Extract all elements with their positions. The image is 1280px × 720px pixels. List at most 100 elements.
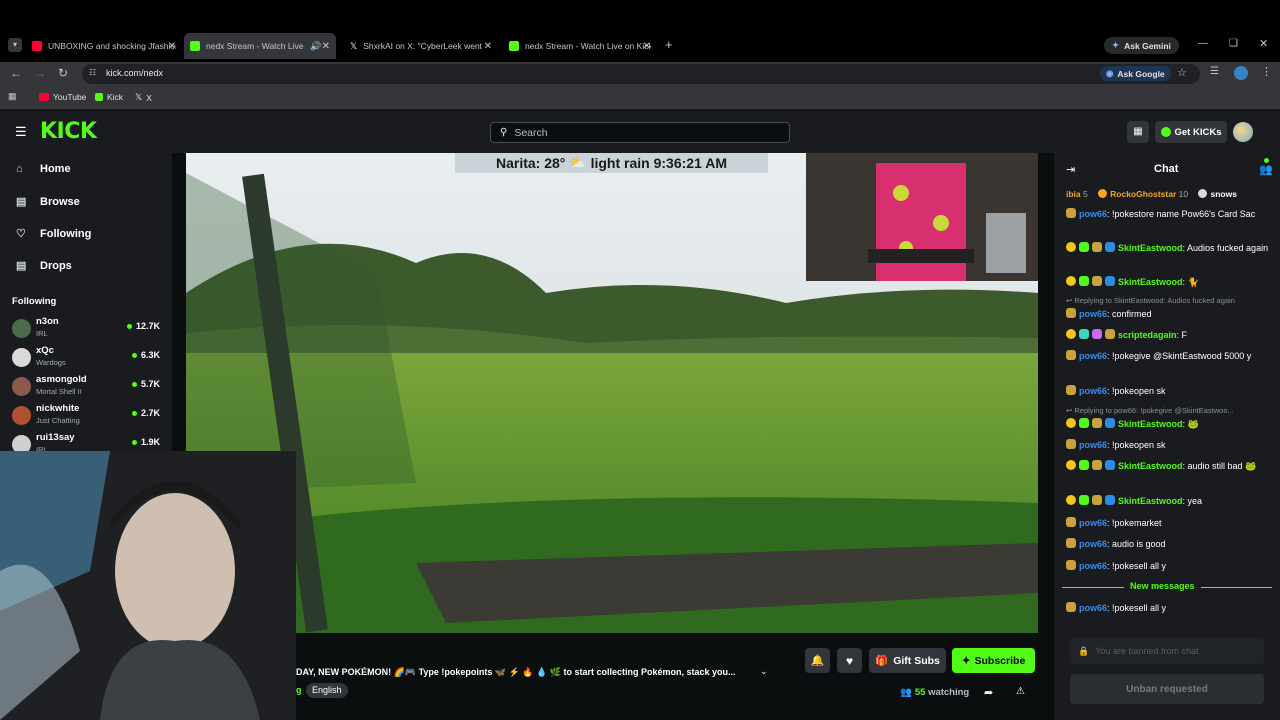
- bookmark-kick[interactable]: Kick: [95, 92, 123, 102]
- url-field[interactable]: ☷ kick.com/nedx ◉ Ask Google ☆: [82, 64, 1200, 84]
- close-window-button[interactable]: ✕: [1259, 37, 1268, 50]
- chat-message[interactable]: SkintEastwood: 🐈: [1066, 275, 1271, 289]
- browser-tab-active[interactable]: nedx Stream - Watch Live on Kick 🔊 ✕: [184, 33, 336, 59]
- verified-badge-icon: [1105, 460, 1115, 470]
- close-tab-icon[interactable]: ✕: [484, 41, 492, 52]
- search-icon: ⚲: [500, 127, 508, 138]
- audio-icon[interactable]: 🔊: [310, 41, 321, 52]
- followed-channel[interactable]: n3on IRL 12.7K: [12, 316, 162, 344]
- chat-input[interactable]: 🔒 You are banned from chat: [1070, 638, 1264, 664]
- sub-badge-icon: [1066, 602, 1076, 612]
- live-dot-icon: [131, 382, 137, 388]
- sub-badge-icon: [1066, 350, 1076, 360]
- expand-title-icon[interactable]: ⌄: [760, 666, 768, 677]
- gift-subs-button[interactable]: 🎁 Gift Subs: [869, 648, 946, 673]
- chat-message[interactable]: pow66: !pokegive @SkintEastwood 5000 y: [1066, 349, 1271, 363]
- gift-icon: 🎁: [875, 655, 889, 667]
- apps-grid-icon[interactable]: ▦: [8, 91, 17, 102]
- followed-channel[interactable]: asmongold Mortal Shell II 5.7K: [12, 374, 162, 402]
- chat-message[interactable]: pow66: !pokemarket: [1066, 516, 1271, 530]
- chat-message[interactable]: pow66: audio is good: [1066, 537, 1271, 551]
- browser-tab[interactable]: nedx Stream - Watch Live on Kick ✕: [509, 36, 651, 56]
- home-icon: ⌂: [16, 163, 23, 175]
- bookmark-x[interactable]: 𝕏 X: [135, 92, 152, 103]
- chat-online-dot: [1264, 158, 1269, 163]
- sub-badge-icon: [1092, 276, 1102, 286]
- bookmark-star-icon[interactable]: ☆: [1177, 66, 1187, 79]
- live-dot-icon: [126, 324, 132, 330]
- chat-message[interactable]: SkintEastwood: audio still bad 🐸: [1066, 459, 1271, 473]
- browser-menu-icon[interactable]: ⋮: [1261, 65, 1272, 78]
- language-tag[interactable]: English: [306, 683, 348, 698]
- vip-badge-icon: [1092, 329, 1102, 339]
- moderator-badge-icon: [1079, 276, 1089, 286]
- video-player[interactable]: Narita: 28° ⛅ light rain 9:36:21 AM: [186, 153, 1038, 633]
- hamburger-menu-icon[interactable]: ☰: [15, 124, 27, 140]
- chat-message[interactable]: SkintEastwood: yea: [1066, 494, 1271, 508]
- new-tab-button[interactable]: +: [665, 37, 673, 52]
- ask-gemini-button[interactable]: ✦ Ask Gemini: [1104, 37, 1179, 54]
- kick-logo[interactable]: KICK: [40, 119, 97, 144]
- notification-bell-button[interactable]: 🔔: [805, 648, 830, 673]
- kick-icon: [190, 41, 200, 51]
- report-icon[interactable]: ⚠: [1016, 686, 1025, 697]
- gemini-icon: ✦: [1112, 40, 1120, 50]
- get-kicks-button[interactable]: Get KICKs: [1155, 121, 1227, 143]
- chat-message[interactable]: pow66: !pokesell all y: [1066, 601, 1271, 615]
- sub-badge-icon: [1066, 208, 1076, 218]
- chat-message[interactable]: scriptedagain: F: [1066, 328, 1271, 342]
- followed-channel[interactable]: nickwhite Just Chatting 2.7K: [12, 403, 162, 431]
- bookmark-youtube[interactable]: YouTube: [39, 92, 86, 102]
- sub-badge-icon: [1066, 308, 1076, 318]
- og-badge-icon: [1079, 329, 1089, 339]
- reading-list-icon[interactable]: ☰: [1210, 66, 1219, 77]
- minimize-button[interactable]: —: [1198, 38, 1208, 49]
- viewers-icon: 👥: [900, 687, 912, 698]
- search-input[interactable]: ⚲ Search: [490, 122, 790, 143]
- browser-tab[interactable]: 𝕏 ShxrkAI on X: "CyberLeek went ✕: [350, 36, 492, 56]
- back-icon[interactable]: ←: [10, 66, 22, 80]
- close-tab-icon[interactable]: ✕: [168, 41, 176, 52]
- unban-requested-button[interactable]: Unban requested: [1070, 674, 1264, 704]
- reply-context: ↩ Replying to SkintEastwood: Audios fuck…: [1066, 296, 1235, 305]
- browse-icon: ▤: [16, 196, 27, 208]
- theatre-mode-icon[interactable]: ▦: [1127, 121, 1149, 143]
- youtube-icon: [32, 41, 42, 51]
- followed-channel[interactable]: xQc Wardogs 6.3K: [12, 345, 162, 373]
- profile-avatar[interactable]: [1234, 66, 1248, 80]
- site-info-icon[interactable]: ☷: [89, 68, 96, 77]
- ask-google-chip[interactable]: ◉ Ask Google: [1100, 66, 1171, 81]
- new-messages-label: New messages: [1124, 581, 1201, 591]
- chat-users-icon[interactable]: 👥: [1259, 163, 1273, 176]
- sub-badge-icon: [1092, 418, 1102, 428]
- share-icon[interactable]: ➦: [984, 686, 993, 699]
- close-tab-icon[interactable]: ✕: [643, 41, 651, 52]
- chat-message[interactable]: pow66: !pokesell all y: [1066, 559, 1271, 573]
- chat-message[interactable]: pow66: confirmed: [1066, 307, 1271, 321]
- founder-badge-icon: [1066, 418, 1076, 428]
- nav-following[interactable]: ♡ Following: [16, 227, 91, 241]
- nav-browse[interactable]: ▤ Browse: [16, 195, 80, 209]
- follow-heart-button[interactable]: ♥: [837, 648, 862, 673]
- browser-tab[interactable]: UNBOXING and shocking Jfashion... ✕: [32, 36, 176, 56]
- tab-search-icon[interactable]: ▾: [8, 38, 22, 52]
- nav-home[interactable]: ⌂ Home: [16, 163, 71, 175]
- maximize-button[interactable]: ❏: [1229, 38, 1238, 49]
- reply-context: ↩ Replying to pow66: !pokegive @SkintEas…: [1066, 406, 1234, 415]
- subscribe-button[interactable]: ✦ Subscribe: [952, 648, 1035, 673]
- kick-page: ☰ KICK ⚲ Search ▦ Get KICKs ⌂ Home ▤ Bro…: [0, 111, 1280, 720]
- chat-message[interactable]: SkintEastwood: Audios fucked again: [1066, 241, 1271, 255]
- nav-drops[interactable]: ▤ Drops: [16, 259, 72, 273]
- close-tab-icon[interactable]: ✕: [322, 41, 330, 52]
- chat-message[interactable]: pow66: !pokestore name Pow66's Card Sac: [1066, 207, 1271, 221]
- chat-message[interactable]: pow66: !pokeopen sk: [1066, 438, 1271, 452]
- lens-icon: ◉: [1106, 68, 1114, 78]
- collapse-chat-icon[interactable]: ⇥: [1066, 163, 1075, 176]
- user-avatar[interactable]: [1233, 122, 1253, 142]
- chat-message[interactable]: SkintEastwood: 🐸: [1066, 417, 1271, 431]
- verified-badge-icon: [1105, 418, 1115, 428]
- reload-icon[interactable]: ↻: [58, 66, 68, 80]
- chat-message[interactable]: pow66: !pokeopen sk: [1066, 384, 1271, 398]
- forward-icon[interactable]: →: [34, 66, 46, 80]
- verified-badge-icon: [1105, 242, 1115, 252]
